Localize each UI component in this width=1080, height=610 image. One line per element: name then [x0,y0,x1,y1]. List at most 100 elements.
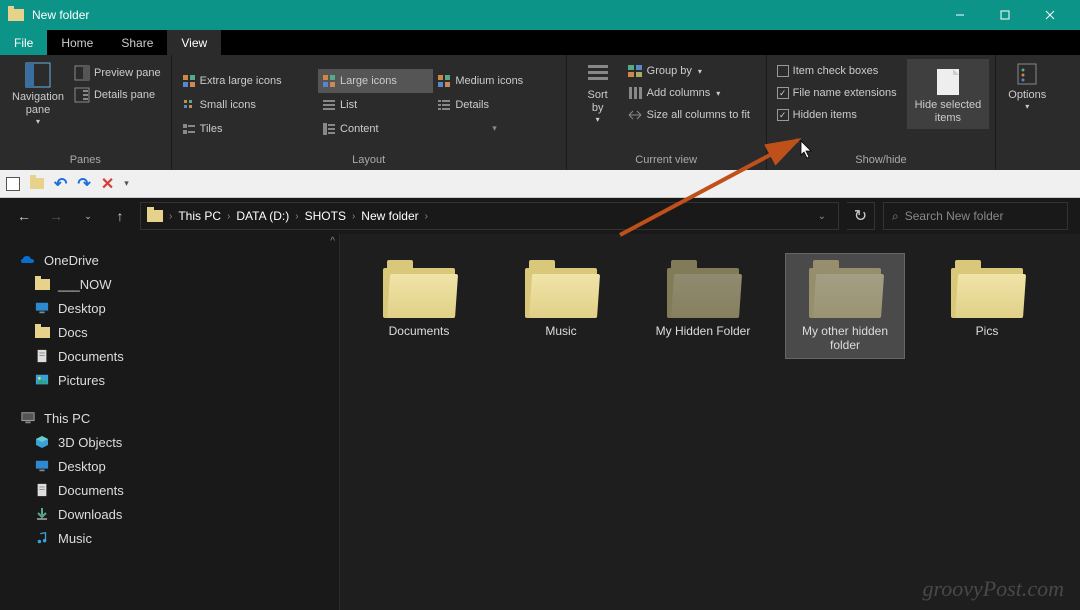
chevron-right-icon[interactable]: › [348,211,359,222]
ribbon-group-options: Options ▾ [996,55,1058,170]
folder-name: Pics [976,324,999,338]
hide-selected-items-button[interactable]: Hide selecteditems [907,59,990,129]
titlebar: New folder [0,0,1080,30]
tab-file[interactable]: File [0,30,47,55]
desktop-icon [34,300,50,316]
group-by-button[interactable]: Group by▾ [623,61,754,81]
refresh-button[interactable]: ↻ [847,202,875,230]
sidebar-this-pc[interactable]: This PC [0,406,339,430]
layout-medium[interactable]: Medium icons [433,69,559,93]
3d-objects-icon [34,434,50,450]
sort-by-button[interactable]: Sortby ▾ [573,59,623,126]
layout-content[interactable]: Content [318,117,433,141]
onedrive-icon [20,252,36,268]
folder-icon [951,260,1023,318]
qat-dropdown[interactable]: ▾ [124,178,129,189]
layout-list[interactable]: List [318,93,433,117]
folder-name: My Hidden Folder [656,324,751,338]
sidebar-item[interactable]: Docs [0,320,339,344]
nav-forward[interactable]: → [44,204,68,228]
sidebar-onedrive[interactable]: OneDrive [0,248,339,272]
breadcrumb-dropdown[interactable]: ⌄ [812,211,832,222]
crumb-new-folder[interactable]: New folder [359,209,420,223]
chevron-right-icon[interactable]: › [291,211,302,222]
qat-delete[interactable]: ✕ [101,174,114,194]
close-button[interactable] [1027,0,1072,30]
qat-redo[interactable]: ↷ [77,174,90,194]
sidebar-item[interactable]: Music [0,526,339,550]
tab-home[interactable]: Home [47,30,107,55]
folder-item[interactable]: My other hidden folder [786,254,904,358]
search-input[interactable]: ⌕ Search New folder [883,202,1068,230]
qat-undo[interactable]: ↶ [54,174,67,194]
columns-icon [627,85,643,101]
resize-icon [627,107,643,123]
file-list[interactable]: Documents Music My Hidden Folder My other h… [340,234,1080,610]
navigation-pane-button[interactable]: Navigationpane ▾ [6,59,70,128]
minimize-button[interactable] [937,0,982,30]
tiles-icon [182,122,196,136]
nav-recent-dropdown[interactable]: ⌄ [76,204,100,228]
search-placeholder: Search New folder [905,209,1004,223]
sidebar-item[interactable]: Desktop [0,454,339,478]
ribbon-group-layout: Extra large icons Large icons Medium ico… [172,55,567,170]
qat-checkbox[interactable] [6,177,20,191]
sidebar-item[interactable]: 3D Objects [0,430,339,454]
quick-access-toolbar: ↶ ↷ ✕ ▾ [0,170,1080,198]
sidebar-item[interactable]: ___NOW [0,272,339,296]
folder-icon [809,260,881,318]
folder-item[interactable]: My Hidden Folder [644,254,762,344]
details-icon [437,98,451,112]
size-columns-button[interactable]: Size all columns to fit [623,105,754,125]
crumb-this-pc[interactable]: This PC [176,209,223,223]
folder-icon [667,260,739,318]
layout-details[interactable]: Details [433,93,559,117]
navigation-pane-icon [24,61,52,89]
add-columns-button[interactable]: Add columns▾ [623,83,754,103]
item-check-boxes-toggle[interactable]: Item check boxes [773,63,901,79]
maximize-button[interactable] [982,0,1027,30]
cursor-icon [800,140,814,160]
file-name-extensions-toggle[interactable]: File name extensions [773,85,901,101]
navigation-tree: ^ OneDrive ___NOW Desktop Docs Documents… [0,234,340,610]
tab-view[interactable]: View [167,30,221,55]
layout-more[interactable]: ▾ [433,117,559,141]
layout-small[interactable]: Small icons [178,93,318,117]
checkbox-icon [777,65,789,77]
window-icon [8,9,24,21]
sidebar-item[interactable]: Desktop [0,296,339,320]
sidebar-item[interactable]: Documents [0,344,339,368]
content-icon [322,122,336,136]
crumb-data-d[interactable]: DATA (D:) [234,209,291,223]
chevron-right-icon[interactable]: › [421,211,432,222]
ribbon-tabs: File Home Share View [0,30,1080,55]
sort-icon [585,61,611,87]
details-pane-button[interactable]: Details pane [70,85,165,105]
tab-share[interactable]: Share [107,30,167,55]
folder-item[interactable]: Documents [360,254,478,344]
crumb-shots[interactable]: SHOTS [303,209,348,223]
sidebar-item[interactable]: Pictures [0,368,339,392]
breadcrumb[interactable]: › This PC › DATA (D:) › SHOTS › New fold… [140,202,839,230]
nav-up[interactable]: ↑ [108,204,132,228]
hidden-items-toggle[interactable]: Hidden items [773,107,901,123]
desktop-icon [34,458,50,474]
sidebar-item[interactable]: Documents [0,478,339,502]
chevron-right-icon[interactable]: › [223,211,234,222]
folder-item[interactable]: Music [502,254,620,344]
grid-icon [182,74,196,88]
chevron-right-icon[interactable]: › [165,211,176,222]
preview-pane-button[interactable]: Preview pane [70,63,165,83]
sidebar-item[interactable]: Downloads [0,502,339,526]
folder-item[interactable]: Pics [928,254,1046,344]
grid-icon [437,74,451,88]
layout-large[interactable]: Large icons [318,69,433,93]
folder-name: Music [545,324,576,338]
checkbox-icon [777,109,789,121]
options-button[interactable]: Options ▾ [1002,59,1052,113]
layout-extra-large[interactable]: Extra large icons [178,69,318,93]
scroll-up-icon[interactable]: ^ [330,236,335,247]
ribbon-group-panes: Navigationpane ▾ Preview pane Details pa… [0,55,172,170]
nav-back[interactable]: ← [12,204,36,228]
layout-tiles[interactable]: Tiles [178,117,318,141]
